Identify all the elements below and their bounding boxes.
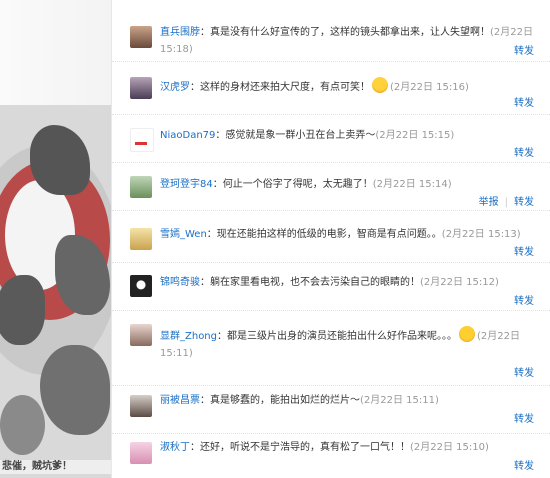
comment-username[interactable]: 锦鸣奇骏	[160, 277, 200, 288]
comment-text: 何止一个俗字了得呢，太无趣了！	[222, 179, 373, 190]
poster-figure	[30, 125, 90, 195]
comment-text: 真是够蠢的，能拍出如烂的烂片～	[210, 395, 360, 406]
comment-time: (2月22日 15:12)	[420, 277, 499, 288]
comment-text: 都是三级片出身的演员还能拍出什么好作品来呢。。。	[227, 331, 457, 342]
report-link[interactable]: 举报	[479, 197, 499, 208]
comment-username[interactable]: 登珂登宇84	[160, 179, 213, 190]
comment-username[interactable]: 淑秋丁	[160, 442, 190, 453]
poster-figure	[0, 395, 45, 455]
avatar[interactable]	[130, 228, 152, 250]
comment-time: (2月22日 15:11)	[360, 395, 439, 406]
comment-item: 显群_Zhong：都是三级片出身的演员还能拍出什么好作品来呢。。。 (2月22日 …	[112, 310, 550, 386]
avatar[interactable]	[130, 442, 152, 464]
comment-item: 丽被昌票：真是够蠢的，能拍出如烂的烂片～(2月22日 15:11) 转发	[112, 385, 550, 434]
comment-text: 躺在家里看电视，也不会去污染自己的眼睛的！	[210, 277, 420, 288]
avatar[interactable]	[130, 275, 152, 297]
comment-time: (2月22日 15:15)	[375, 130, 455, 141]
poster-top-area	[0, 0, 112, 105]
repost-link[interactable]: 转发	[514, 368, 534, 379]
avatar[interactable]	[130, 324, 152, 346]
comment-separator: ：	[200, 27, 210, 38]
comment-username[interactable]: 直兵围脖	[160, 27, 200, 38]
grin-emoji-icon	[372, 77, 388, 93]
comment-separator: ：	[215, 130, 226, 141]
comment-separator: ：	[200, 277, 210, 288]
poster-figure	[0, 275, 45, 345]
repost-link[interactable]: 转发	[514, 461, 534, 472]
comment-separator: ：	[190, 442, 200, 453]
laugh-emoji-icon	[459, 326, 475, 342]
poster-caption: 悲催，贼坑爹！	[0, 460, 112, 474]
avatar[interactable]	[130, 176, 152, 198]
comment-separator: ：	[212, 179, 223, 190]
comment-username[interactable]: 雪嫣_Wen	[160, 229, 207, 240]
avatar[interactable]	[130, 26, 152, 48]
comment-item: 登珂登宇84：何止一个俗字了得呢，太无趣了！(2月22日 15:14) 举报 | 转…	[112, 162, 550, 211]
action-separator: |	[504, 197, 508, 208]
comment-item: 淑秋丁：还好，听说不是宁浩导的，真有松了一口气！！(2月22日 15:10) 转…	[112, 433, 550, 478]
repost-link[interactable]: 转发	[514, 148, 534, 159]
comment-separator: ：	[190, 82, 200, 93]
comment-time: (2月22日 15:14)	[372, 179, 452, 190]
comment-separator: ：	[200, 395, 210, 406]
comment-text: 还好，听说不是宁浩导的，真有松了一口气！！	[200, 442, 410, 453]
avatar[interactable]	[130, 128, 154, 152]
comment-text: 现在还能拍这样的低级的电影，智商是有点问题。。	[216, 229, 442, 240]
avatar[interactable]	[130, 395, 152, 417]
comment-item: NiaoDan79：感觉就是象一群小丑在台上卖弄～(2月22日 15:15) 转…	[112, 114, 550, 163]
avatar-mark	[135, 142, 147, 145]
repost-link[interactable]: 转发	[514, 414, 534, 425]
repost-link[interactable]: 转发	[514, 98, 534, 109]
comment-username[interactable]: NiaoDan79	[160, 130, 215, 141]
repost-link[interactable]: 转发	[514, 247, 534, 258]
comment-separator: ：	[206, 229, 217, 240]
comment-text: 这样的身材还来拍大尺度，有点可笑！	[200, 82, 370, 93]
comment-time: (2月22日 15:16)	[390, 82, 469, 93]
comment-username[interactable]: 显群_Zhong	[160, 331, 217, 342]
comment-item: 雪嫣_Wen：现在还能拍这样的低级的电影，智商是有点问题。。(2月22日 15:…	[112, 210, 550, 263]
comment-separator: ：	[217, 331, 227, 342]
comment-item: 直兵围脖：真是没有什么好宣传的了，这样的镜头都拿出来，让人失望啊！(2月22日 …	[112, 14, 550, 62]
comment-time: (2月22日 15:10)	[410, 442, 489, 453]
comment-time: (2月22日 15:13)	[441, 229, 521, 240]
comment-list: 直兵围脖：真是没有什么好宣传的了，这样的镜头都拿出来，让人失望啊！(2月22日 …	[112, 0, 550, 478]
poster-figure	[40, 345, 110, 435]
comment-text: 感觉就是象一群小丑在台上卖弄～	[225, 130, 376, 141]
repost-link[interactable]: 转发	[514, 296, 534, 307]
comment-username[interactable]: 丽被昌票	[160, 395, 200, 406]
movie-poster: 悲催，贼坑爹！	[0, 105, 112, 478]
repost-link[interactable]: 转发	[514, 46, 534, 57]
avatar[interactable]	[130, 77, 152, 99]
comment-item: 锦鸣奇骏：躺在家里看电视，也不会去污染自己的眼睛的！(2月22日 15:12) …	[112, 262, 550, 311]
comment-username[interactable]: 汉虎罗	[160, 82, 190, 93]
comment-item: 汉虎罗：这样的身材还来拍大尺度，有点可笑！ (2月22日 15:16) 转发	[112, 61, 550, 115]
comment-text: 真是没有什么好宣传的了，这样的镜头都拿出来，让人失望啊！	[210, 27, 490, 38]
repost-link[interactable]: 转发	[514, 197, 534, 208]
